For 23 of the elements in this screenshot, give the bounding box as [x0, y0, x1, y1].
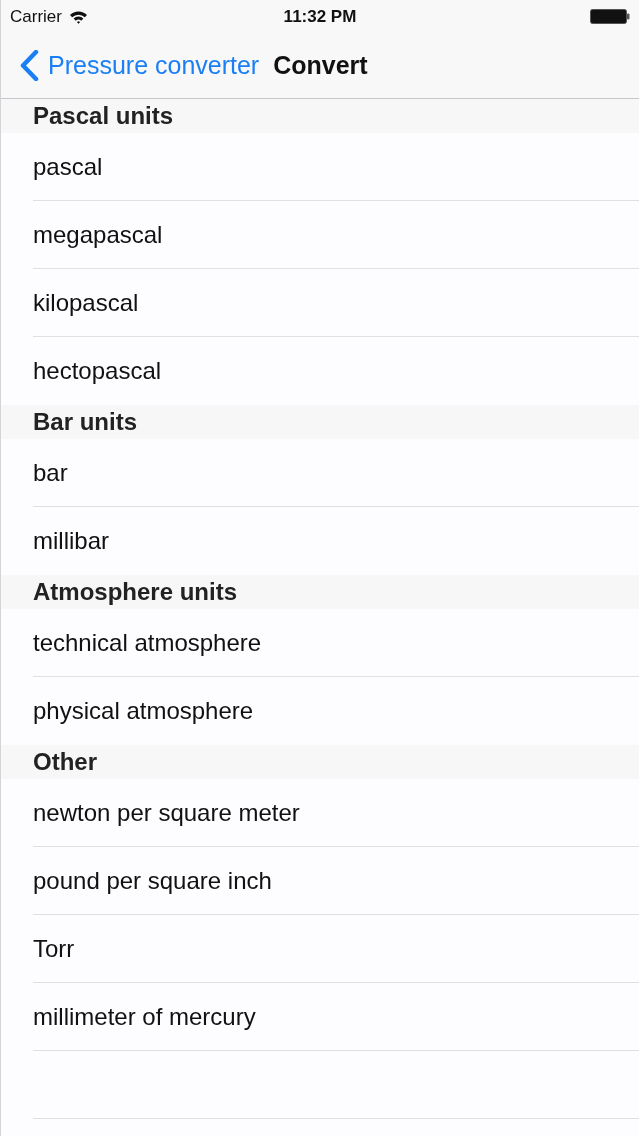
unit-row[interactable]: pound per square inch [1, 847, 639, 914]
unit-row[interactable]: technical atmosphere [1, 609, 639, 676]
section-header: Other [1, 745, 639, 779]
status-time: 11:32 PM [283, 8, 357, 25]
unit-row[interactable]: pascal [1, 133, 639, 200]
back-button[interactable]: Pressure converter [19, 50, 260, 81]
unit-row[interactable]: hectopascal [1, 337, 639, 405]
screen-title: Convert [273, 53, 368, 78]
chevron-left-icon [19, 50, 39, 81]
battery-icon [590, 9, 630, 24]
section-header: Bar units [1, 405, 639, 439]
wifi-icon [68, 9, 88, 24]
unit-row[interactable]: millimeter of mercury [1, 983, 639, 1050]
unit-row[interactable]: kilopascal [1, 269, 639, 336]
section-header: Pascal units [1, 99, 639, 133]
section-header: Atmosphere units [1, 575, 639, 609]
unit-row[interactable]: megapascal [1, 201, 639, 268]
unit-row[interactable]: bar [1, 439, 639, 506]
carrier-label: Carrier [10, 8, 62, 25]
unit-row[interactable]: Torr [1, 915, 639, 982]
unit-row[interactable]: newton per square meter [1, 779, 639, 846]
unit-row[interactable]: physical atmosphere [1, 677, 639, 745]
unit-row[interactable]: millibar [1, 507, 639, 575]
